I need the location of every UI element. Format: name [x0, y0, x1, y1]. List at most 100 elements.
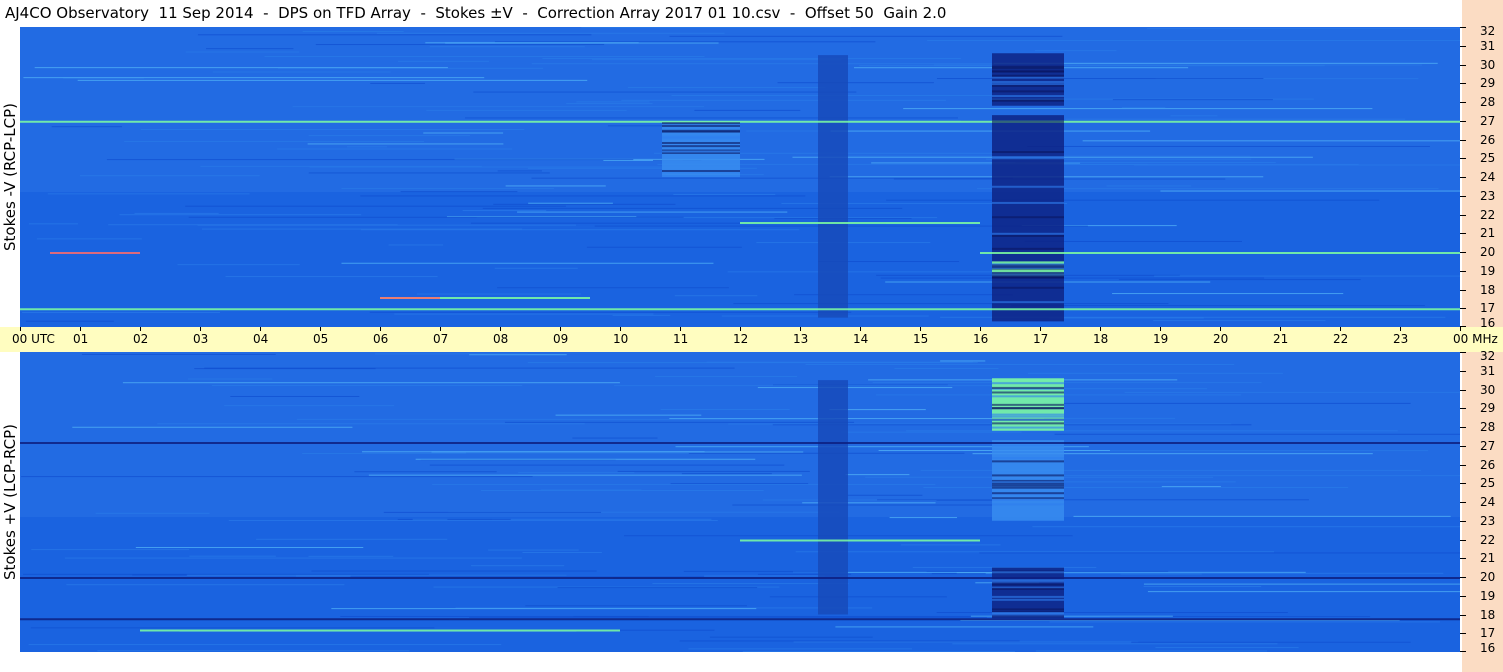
freq-tick-mark	[1460, 289, 1466, 291]
noise-streak	[528, 202, 613, 204]
noise-streak	[197, 34, 592, 36]
feature-band-mid-dark	[818, 55, 848, 318]
freq-tick-label: 23	[1480, 188, 1496, 203]
noise-streak	[493, 203, 676, 205]
noise-streak	[617, 470, 810, 472]
time-tick-mark	[1280, 327, 1281, 331]
time-tick-mark	[440, 327, 441, 331]
time-tick-label: 01	[73, 332, 89, 346]
noise-streak	[431, 451, 804, 453]
noise-streak	[1161, 486, 1221, 488]
band-stripe	[992, 232, 1064, 235]
noise-streak	[845, 474, 910, 476]
noise-streak	[542, 57, 961, 59]
noise-streak	[581, 27, 851, 29]
freq-tick-label: 21	[1480, 551, 1496, 566]
freq-tick-mark	[1460, 577, 1466, 578]
noise-streak	[23, 77, 485, 79]
noise-streak	[527, 362, 978, 364]
noise-streak	[31, 549, 190, 551]
noise-streak	[1027, 372, 1283, 374]
freq-tick-mark	[1460, 158, 1466, 160]
band-stripe	[992, 460, 1064, 463]
noise-streak	[586, 246, 742, 248]
noise-streak	[124, 141, 425, 143]
time-axis: 00 UTC 01 02 03 04 05 06 07 08 09 10 11 12 13 14 15 16 17…	[0, 327, 1503, 352]
time-tick-mark	[1460, 327, 1461, 331]
noise-streak	[22, 311, 221, 313]
freq-tick-mark	[1460, 352, 1466, 353]
noise-streak	[936, 612, 1288, 614]
noise-streak	[1121, 107, 1166, 109]
noise-streak	[51, 126, 122, 128]
time-tick-label: 06	[373, 332, 389, 346]
noise-streak	[877, 499, 1309, 501]
noise-streak	[497, 170, 542, 172]
noise-streak	[302, 31, 404, 33]
noise-streak	[872, 382, 1262, 384]
freq-tick-label: 27	[1480, 438, 1496, 453]
noise-streak	[1065, 118, 1406, 120]
time-tick-mark	[200, 327, 201, 331]
freq-tick-label: 18	[1480, 282, 1496, 297]
band-stripe	[992, 76, 1064, 79]
chart-title: AJ4CO Observatory 11 Sep 2014 - DPS on T…	[5, 4, 947, 22]
band-stripe	[992, 426, 1064, 429]
noise-streak	[847, 494, 923, 496]
freq-tick-mark	[1460, 614, 1466, 616]
freq-tick-mark	[1460, 408, 1466, 410]
noise-streak	[906, 430, 1398, 432]
noise-streak	[880, 277, 1265, 279]
noise-streak	[517, 211, 788, 213]
time-tick-label: 03	[193, 332, 209, 346]
band-stripe	[992, 382, 1064, 385]
time-tick-label: 17	[1033, 332, 1049, 346]
noise-streak	[346, 146, 387, 148]
noise-streak	[400, 191, 518, 193]
band-stripe	[662, 141, 740, 144]
noise-streak	[25, 320, 114, 322]
noise-streak	[1153, 320, 1326, 322]
freq-tick-label: 21	[1480, 226, 1496, 241]
noise-streak	[841, 431, 1022, 433]
noise-streak	[28, 223, 78, 225]
freq-tick-label: 27	[1480, 113, 1496, 128]
feature-streak-bright	[20, 308, 1460, 311]
noise-streak	[224, 405, 395, 407]
freq-tick-label: 24	[1480, 495, 1496, 509]
band-stripe	[992, 391, 1064, 394]
band-stripe	[992, 492, 1064, 495]
noise-streak	[432, 484, 936, 486]
freq-tick-label: 22	[1480, 207, 1496, 222]
freq-tick-mark	[1460, 83, 1466, 85]
band-stripe	[992, 99, 1064, 102]
time-tick-label: 20	[1213, 332, 1229, 346]
freq-tick-mark	[1460, 370, 1466, 372]
band-stripe	[992, 301, 1064, 304]
feature-streak-bright	[140, 629, 620, 632]
noise-streak	[1170, 115, 1218, 117]
freq-tick-label: 31	[1480, 363, 1496, 378]
band-stripe	[992, 247, 1064, 250]
freq-tick-label: 25	[1480, 476, 1496, 491]
noise-streak	[30, 627, 435, 629]
noise-streak	[23, 573, 429, 575]
time-tick-label: 07	[433, 332, 449, 346]
noise-streak	[177, 264, 300, 266]
time-tick-label: 15	[913, 332, 929, 346]
noise-streak	[296, 418, 835, 420]
noise-streak	[1043, 402, 1411, 404]
freq-tick-label: 17	[1480, 626, 1496, 641]
band-stripe	[992, 482, 1064, 485]
noise-streak	[21, 476, 533, 478]
freq-tick-label: 28	[1480, 95, 1496, 109]
band-stripe	[992, 598, 1064, 601]
noise-streak	[185, 205, 566, 207]
noise-streak	[1160, 190, 1460, 192]
time-tick-mark	[680, 327, 681, 331]
noise-streak	[936, 78, 1264, 80]
noise-streak	[1154, 275, 1460, 277]
band-stripe	[992, 274, 1064, 277]
freq-tick-mark	[1460, 64, 1466, 66]
noise-streak	[394, 313, 654, 315]
